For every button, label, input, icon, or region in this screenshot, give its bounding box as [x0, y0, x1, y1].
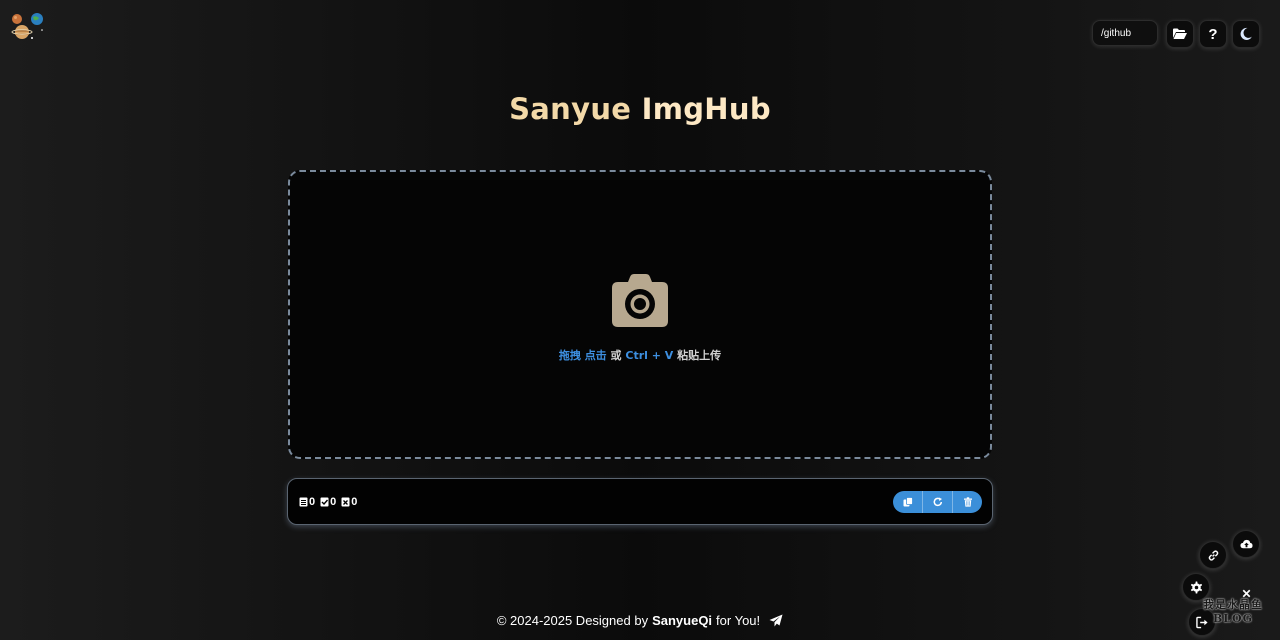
status-action-group [893, 491, 982, 513]
hint-drag: 拖拽 [558, 349, 581, 362]
link-format-button[interactable] [1199, 541, 1227, 569]
copy-all-button[interactable] [893, 491, 923, 513]
title-part-1: Sanyue [509, 92, 632, 126]
planets-logo-icon [11, 13, 43, 39]
counter-done-value: 0 [330, 496, 337, 508]
link-icon [1208, 549, 1218, 561]
gear-icon [1190, 580, 1202, 594]
title-part-2: ImgHub [641, 92, 771, 126]
theme-toggle-button[interactable] [1232, 20, 1260, 48]
watermark-line-1: 我是水晶鱼 [1203, 598, 1263, 611]
counter-done: 0 [320, 496, 336, 508]
hint-or: 或 [610, 349, 622, 362]
hint-paste: 粘贴上传 [677, 349, 722, 362]
footer-suffix: for You! [716, 613, 761, 628]
footer-author-link[interactable]: SanyueQi [652, 613, 712, 628]
trash-icon [963, 497, 972, 507]
file-icon [299, 497, 308, 507]
page-title: Sanyue ImgHub [0, 92, 1280, 126]
upload-counters: 0 0 0 [299, 494, 357, 510]
footer-prefix: © 2024-2025 Designed by [496, 613, 649, 628]
counter-failed: 0 [341, 496, 357, 508]
settings-button[interactable] [1182, 573, 1210, 601]
moon-icon [1240, 27, 1252, 40]
cloud-upload-icon [1239, 539, 1253, 548]
counter-failed-value: 0 [351, 496, 358, 508]
help-button[interactable]: ? [1199, 20, 1227, 48]
counter-total: 0 [299, 496, 315, 508]
app-logo[interactable] [8, 10, 48, 44]
upload-cloud-button[interactable] [1232, 530, 1260, 558]
counter-total-value: 0 [309, 496, 316, 508]
clear-button[interactable] [953, 491, 982, 513]
refresh-icon [933, 497, 942, 507]
folder-open-icon [1173, 28, 1187, 39]
page-footer: © 2024-2025 Designed by SanyueQi for You… [0, 613, 1280, 628]
retry-button[interactable] [923, 491, 953, 513]
hint-shortcut: Ctrl + V [625, 349, 674, 362]
camera-icon [612, 274, 668, 328]
copy-icon [903, 497, 913, 507]
question-icon: ? [1208, 25, 1218, 43]
upload-hint: 拖拽 点击 或 Ctrl + V 粘贴上传 [0, 347, 1280, 363]
file-error-icon [341, 497, 350, 507]
file-check-icon [320, 497, 329, 507]
folder-button[interactable] [1166, 20, 1194, 48]
upload-path-input[interactable] [1092, 20, 1158, 46]
hint-click-link[interactable]: 点击 [585, 349, 607, 362]
paper-plane-icon[interactable] [769, 614, 783, 627]
upload-status-bar [287, 478, 993, 525]
